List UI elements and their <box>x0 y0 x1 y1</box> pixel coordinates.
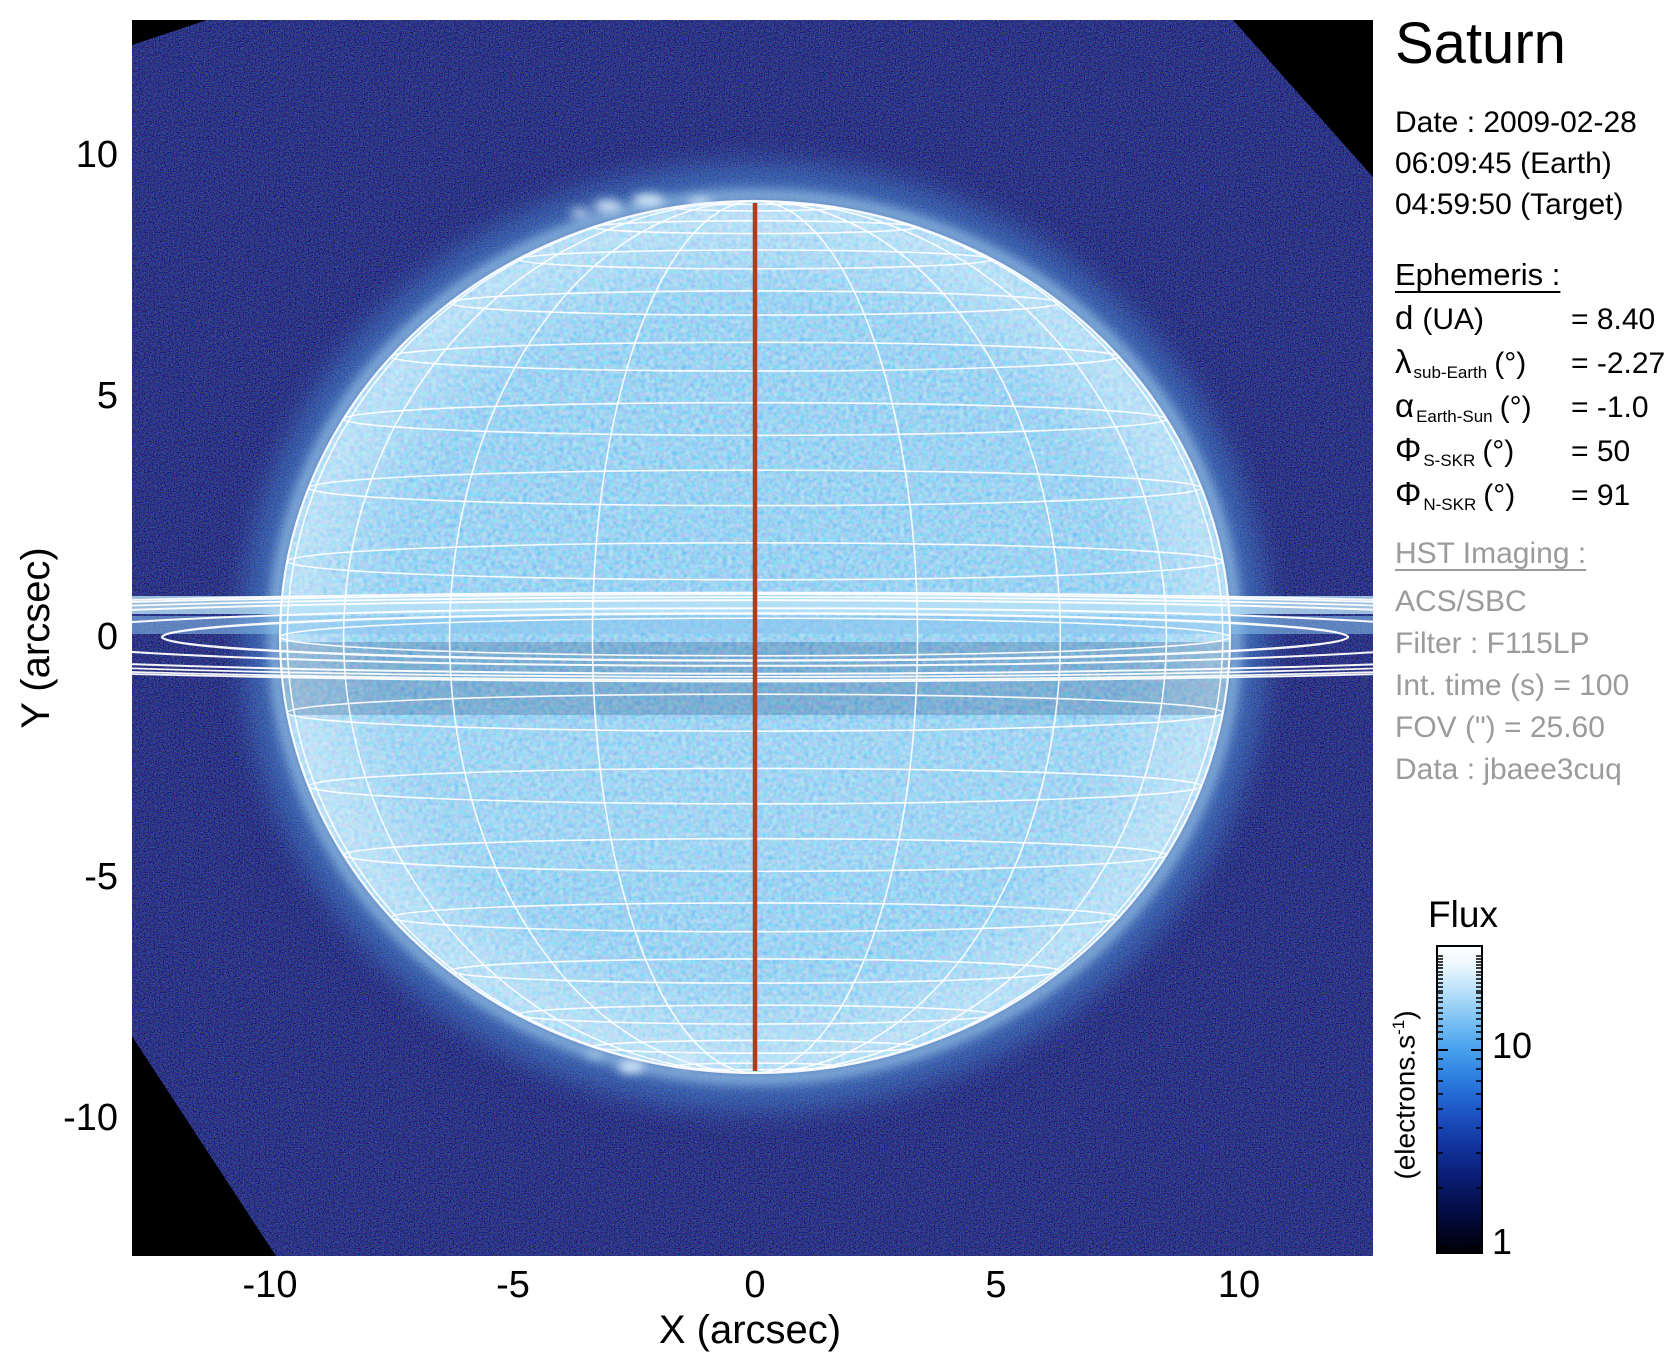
ephemeris-table: d(UA) = 8.40 λsub-Earth(°) = -2.27 αEart… <box>1395 299 1676 519</box>
saturn-image <box>132 20 1373 1256</box>
x-tick-5: 5 <box>926 1264 1066 1306</box>
x-axis-label: X (arcsec) <box>600 1308 900 1353</box>
page-title: Saturn <box>1395 10 1566 77</box>
target-time-line: 04:59:50 (Target) <box>1395 184 1637 225</box>
colorbar-gradient <box>1436 945 1483 1254</box>
ephemeris-row-n-skr-phase: ΦN-SKR(°) = 91 <box>1395 475 1676 519</box>
ephemeris-row-phase-angle: αEarth-Sun(°) = -1.0 <box>1395 387 1676 431</box>
figure-canvas: 10 5 0 -5 -10 -10 -5 0 5 10 Y (arcsec) X… <box>0 0 1676 1367</box>
x-tick-0: 0 <box>685 1264 825 1306</box>
colorbar-tick-1: 1 <box>1492 1221 1512 1263</box>
y-tick-m5: -5 <box>20 856 118 898</box>
ephemeris-row-s-skr-phase: ΦS-SKR(°) = 50 <box>1395 431 1676 475</box>
hst-data-id: Data : jbaee3cuq <box>1395 749 1629 791</box>
colorbar-title: Flux <box>1398 894 1528 936</box>
hst-fov: FOV (") = 25.60 <box>1395 707 1629 749</box>
earth-time-line: 06:09:45 (Earth) <box>1395 143 1637 184</box>
x-tick-m5: -5 <box>443 1264 583 1306</box>
x-tick-10: 10 <box>1169 1264 1309 1306</box>
hst-int-time: Int. time (s) = 100 <box>1395 665 1629 707</box>
x-tick-m10: -10 <box>200 1264 340 1306</box>
hst-filter: Filter : F115LP <box>1395 623 1629 665</box>
hst-imaging-block: ACS/SBC Filter : F115LP Int. time (s) = … <box>1395 581 1629 791</box>
hst-imaging-heading: HST Imaging : <box>1395 537 1586 571</box>
colorbar-tick-10: 10 <box>1492 1025 1532 1067</box>
colorbar <box>1436 945 1483 1254</box>
y-tick-10: 10 <box>20 134 118 176</box>
ephemeris-row-subearth-lat: λsub-Earth(°) = -2.27 <box>1395 343 1676 387</box>
y-axis-label: Y (arcsec) <box>14 518 58 758</box>
date-line: Date : 2009-02-28 <box>1395 102 1637 143</box>
ephemeris-row-distance: d(UA) = 8.40 <box>1395 299 1676 343</box>
y-tick-m10: -10 <box>20 1097 118 1139</box>
image-plot <box>132 20 1373 1256</box>
y-tick-5: 5 <box>20 375 118 417</box>
hst-instrument: ACS/SBC <box>1395 581 1629 623</box>
colorbar-unit-label: (electrons.s-1) <box>1389 975 1423 1215</box>
date-block: Date : 2009-02-28 06:09:45 (Earth) 04:59… <box>1395 102 1637 225</box>
ephemeris-heading: Ephemeris : <box>1395 257 1560 293</box>
